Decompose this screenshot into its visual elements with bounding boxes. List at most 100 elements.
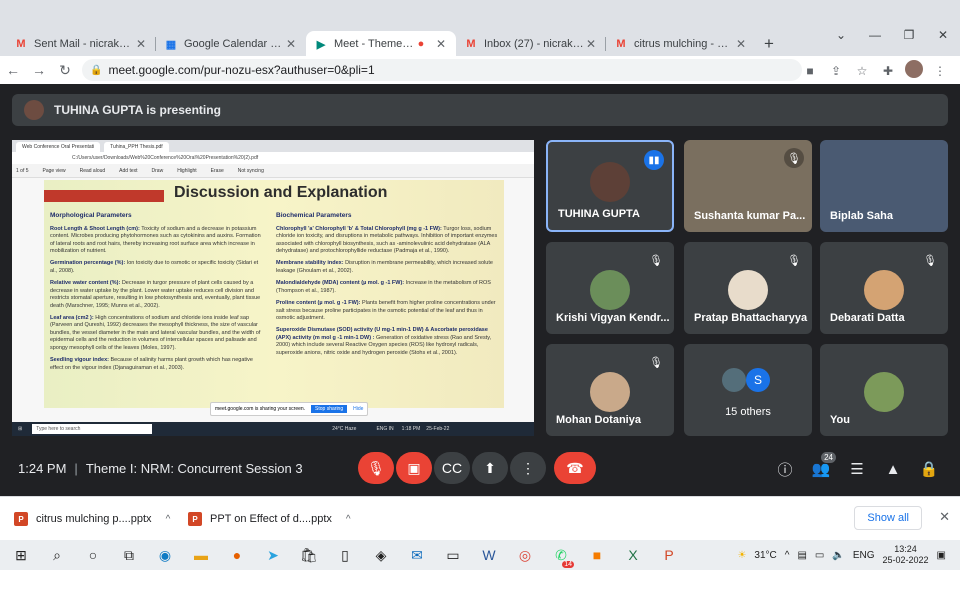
download-item[interactable]: P PPT on Effect of d....pptx ^ [188,509,351,529]
camera-toggle-button[interactable]: ▣ [396,452,432,484]
chevron-up-icon[interactable]: ^ [785,550,790,561]
close-icon[interactable]: ✕ [434,37,448,51]
tab-inbox[interactable]: M Inbox (27) - nicrakolkata@ ✕ [456,31,606,57]
reload-icon[interactable]: ↻ [52,62,78,79]
participant-tile[interactable]: 🎙 Debarati Datta [820,242,948,334]
more-options-button[interactable]: ⋮ [510,452,546,484]
leave-call-button[interactable]: ☎ [554,452,596,484]
tab-meet[interactable]: ▶ Meet - Theme I: NRM ● ✕ [306,31,456,57]
participant-tile[interactable]: 🎙 Krishi Vigyan Kendr... [546,242,674,334]
meeting-details-button[interactable]: ⓘ [774,458,796,480]
store-icon[interactable]: 🛍 [294,540,324,570]
pdf-toolbar: 1 of 5 Page view Read aloud Add text Dra… [12,164,534,178]
battery-icon[interactable]: ▭ [815,550,824,561]
menu-icon[interactable]: ⋮ [930,64,950,78]
mic-off-icon: 🎙 [649,254,663,267]
star-icon[interactable]: ☆ [852,64,872,78]
present-button[interactable]: ⬆ [472,452,508,484]
participant-tile[interactable]: 🎙 Mohan Dotaniya [546,344,674,436]
clock[interactable]: 13:24 25-02-2022 [883,544,929,566]
avatar [722,368,746,392]
tab-sent-mail[interactable]: M Sent Mail - nicrakolkata@ ✕ [6,31,156,57]
slide-heading: Morphological Parameters [50,212,132,219]
windows-taskbar: ⊞ ⌕ ○ ⧉ ◉ ▬ ● ➤ 🛍 ▯ ◈ ✉ ▭ W ◎ ✆ 14 ■ X P … [0,540,960,570]
profile-avatar[interactable] [904,60,924,81]
close-window-icon[interactable]: ✕ [926,28,960,42]
host-controls-button[interactable]: 🔒 [918,458,940,480]
close-icon[interactable]: ✕ [134,37,148,51]
cortana-icon[interactable]: ○ [78,540,108,570]
edge-icon[interactable]: ◉ [150,540,180,570]
participant-tile[interactable]: 🎙 Sushanta kumar Pa... [684,140,812,232]
avatar [864,372,904,412]
activities-button[interactable]: ▲ [882,458,904,480]
slide-item: Chlorophyll 'a' Chlorophyll 'b' & Total … [276,225,498,255]
task-view-icon[interactable]: ⧉ [114,540,144,570]
notepad-icon[interactable]: ▯ [330,540,360,570]
mic-toggle-button[interactable]: 🎙 [358,452,394,484]
search-icon[interactable]: ⌕ [42,540,72,570]
whatsapp-icon[interactable]: ✆ 14 [546,540,576,570]
captions-button[interactable]: CC [434,452,470,484]
participant-tile[interactable]: ▮▮ TUHINA GUPTA [546,140,674,232]
participant-tile[interactable]: Biplab Saha [820,140,948,232]
lock-icon: 🔒 [919,461,939,478]
tab-search-icon[interactable]: ⌄ [824,28,858,42]
others-tile[interactable]: S 15 others [684,344,812,436]
notification-icon[interactable]: ▣ [937,550,946,561]
participant-tile[interactable]: 🎙 Pratap Bhattacharyya [684,242,812,334]
network-icon[interactable]: ▤ [797,550,806,561]
show-all-button[interactable]: Show all [854,506,922,530]
windows-start-icon[interactable]: ⊞ [6,540,36,570]
tab-label: citrus mulching - dipanka [634,38,734,50]
participant-tile-self[interactable]: You [820,344,948,436]
firefox-icon[interactable]: ● [222,540,252,570]
camera-icon[interactable]: ■ [800,64,820,78]
volume-icon[interactable]: 🔈 [832,550,844,561]
download-item[interactable]: P citrus mulching p....pptx ^ [14,509,170,529]
captions-icon: CC [441,460,463,476]
meeting-title: Theme I: NRM: Concurrent Session 3 [85,461,303,476]
excel-icon[interactable]: X [618,540,648,570]
chevron-up-icon[interactable]: ^ [166,514,171,525]
shared-date: 25-Feb-22 [426,426,450,432]
close-icon[interactable]: ✕ [584,37,598,51]
telegram-icon[interactable]: ➤ [258,540,288,570]
file-explorer-icon[interactable]: ▬ [186,540,216,570]
tab-citrus[interactable]: M citrus mulching - dipanka ✕ [606,31,756,57]
extensions-icon[interactable]: ✚ [878,64,898,78]
word-icon[interactable]: W [474,540,504,570]
app-orange-icon[interactable]: ■ [582,540,612,570]
chrome-icon[interactable]: ◎ [510,540,540,570]
shared-lang: ENG IN [376,426,394,432]
people-count-badge: 24 [821,452,836,463]
recording-dot-icon: ● [417,38,425,50]
powerpoint-taskbar-icon[interactable]: P [654,540,684,570]
pdf-tool: Not syncing [237,167,264,174]
mail-icon[interactable]: ✉ [402,540,432,570]
share-icon[interactable]: ⇪ [826,64,846,78]
language[interactable]: ENG [853,550,875,561]
chevron-up-icon[interactable]: ^ [346,514,351,525]
address-bar[interactable]: 🔒 meet.google.com/pur-nozu-esx?authuser=… [82,59,802,81]
chat-button[interactable]: ☰ [846,458,868,480]
shared-screen: Web Conference Oral Presentati Tuhina_PP… [12,140,534,436]
people-button[interactable]: 👥 24 [810,452,836,480]
tab-calendar[interactable]: ▦ Google Calendar - Februa ✕ [156,31,306,57]
meet-main: TUHINA GUPTA is presenting Web Conferenc… [0,84,960,496]
participant-name: Krishi Vigyan Kendr... [556,312,670,324]
media-icon[interactable]: ◈ [366,540,396,570]
close-icon[interactable]: ✕ [939,509,950,525]
app-icon[interactable]: ▭ [438,540,468,570]
minimize-icon[interactable]: — [858,28,892,42]
shared-taskbar: ⊞ Type here to search 24°C Haze ENG IN 1… [12,422,534,436]
shared-tab: Web Conference Oral Presentati [16,142,101,152]
close-icon[interactable]: ✕ [284,37,298,51]
pdf-tool: Add text [119,167,138,174]
back-icon[interactable]: ← [0,62,26,78]
close-icon[interactable]: ✕ [734,37,748,51]
restore-icon[interactable]: ❐ [892,28,926,42]
new-tab-button[interactable]: + [756,31,782,57]
forward-icon[interactable]: → [26,62,52,78]
shared-weather: 24°C Haze [332,426,357,432]
